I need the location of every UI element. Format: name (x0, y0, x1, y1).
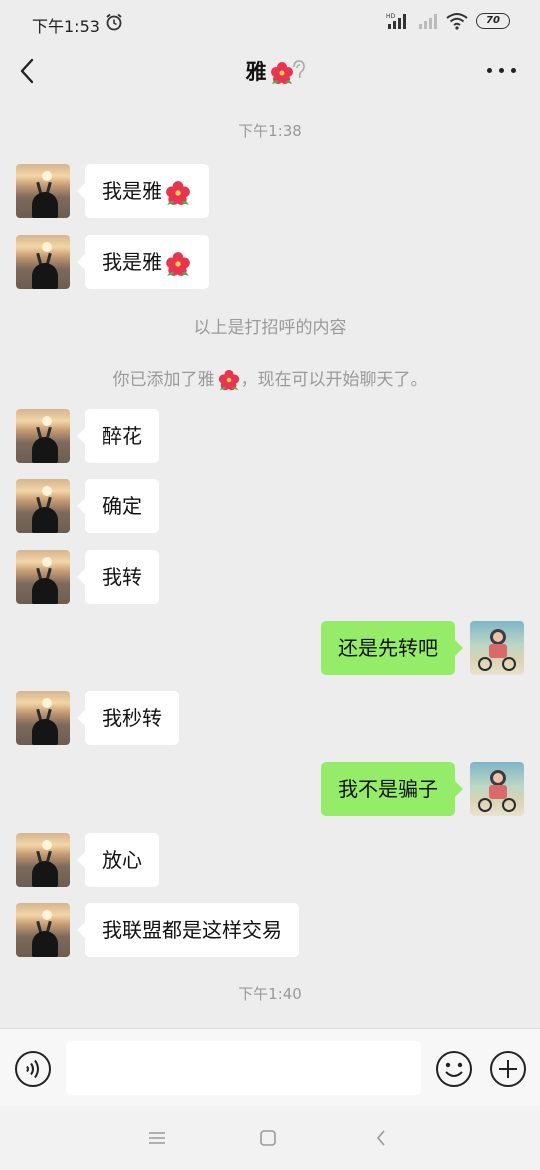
alarm-icon (106, 13, 122, 31)
received-message-bubble[interactable]: 我秒转 (77, 691, 179, 745)
system-message-text: 你已添加了雅 (112, 370, 215, 390)
message-input[interactable] (66, 1041, 421, 1095)
contact-avatar[interactable] (16, 479, 70, 533)
received-message-bubble[interactable]: 我转 (77, 550, 159, 604)
message-row: 放心 (0, 833, 540, 889)
received-message-bubble[interactable]: 确定 (77, 479, 159, 533)
ear-icon (293, 60, 305, 79)
message-row: 醉花 (0, 409, 540, 465)
contact-avatar[interactable] (16, 691, 70, 745)
input-bar (0, 1028, 540, 1106)
flower-emoji-icon (218, 369, 239, 391)
voice-icon[interactable] (14, 1050, 52, 1088)
signal-icon: HD (386, 13, 406, 29)
message-text: 我是雅 (102, 250, 162, 274)
status-bar: 下午1:53 HD 70 (0, 0, 540, 46)
sent-message-bubble[interactable]: 还是先转吧 (321, 621, 463, 675)
battery-icon: 70 (476, 13, 510, 29)
chat-title: 雅 (0, 56, 540, 86)
contact-avatar[interactable] (16, 833, 70, 887)
contact-avatar[interactable] (16, 550, 70, 604)
message-row: 我是雅 (0, 235, 540, 291)
received-message-bubble[interactable]: 醉花 (77, 409, 159, 463)
chat-header: 雅 (0, 46, 540, 96)
received-message-bubble[interactable]: 我是雅 (77, 164, 209, 218)
status-icons: HD 70 (386, 12, 510, 30)
contact-avatar[interactable] (16, 235, 70, 289)
received-message-bubble[interactable]: 放心 (77, 833, 159, 887)
nav-back-icon[interactable] (374, 1128, 388, 1148)
status-time: 下午1:53 (32, 17, 100, 36)
emoji-icon[interactable] (435, 1050, 473, 1088)
system-message-text: ，现在可以开始聊天了。 (240, 370, 428, 390)
menu-icon[interactable] (147, 1130, 167, 1146)
svg-text:HD: HD (386, 13, 396, 20)
chat-title-text: 雅 (245, 60, 267, 84)
message-row: 我不是骗子 (0, 762, 540, 818)
message-row: 确定 (0, 479, 540, 535)
my-avatar[interactable] (470, 762, 524, 816)
received-message-bubble[interactable]: 我联盟都是这样交易 (77, 903, 299, 957)
wifi-icon (446, 13, 468, 30)
flower-emoji-icon (166, 180, 190, 205)
system-message-added: 你已添加了雅 ，现在可以开始聊天了。 (0, 365, 540, 392)
home-icon[interactable] (259, 1129, 277, 1147)
contact-avatar[interactable] (16, 903, 70, 957)
received-message-bubble[interactable]: 我是雅 (77, 235, 209, 289)
contact-avatar[interactable] (16, 164, 70, 218)
system-nav-bar (0, 1106, 540, 1170)
message-text: 我是雅 (102, 179, 162, 203)
timestamp: 下午1:38 (238, 122, 302, 140)
my-avatar[interactable] (470, 621, 524, 675)
plus-icon[interactable] (489, 1050, 527, 1088)
message-row: 我联盟都是这样交易 (0, 903, 540, 959)
sent-message-bubble[interactable]: 我不是骗子 (321, 762, 463, 816)
system-message: 以上是打招呼的内容 (193, 318, 347, 338)
message-row: 还是先转吧 (0, 621, 540, 677)
message-row: 我是雅 (0, 164, 540, 220)
message-row: 我转 (0, 550, 540, 606)
message-row: 我秒转 (0, 691, 540, 747)
more-icon (487, 68, 492, 73)
signal-empty-icon (419, 14, 437, 29)
timestamp: 下午1:40 (238, 985, 302, 1003)
flower-emoji-icon (166, 251, 190, 276)
contact-avatar[interactable] (16, 409, 70, 463)
more-button[interactable] (487, 68, 516, 73)
